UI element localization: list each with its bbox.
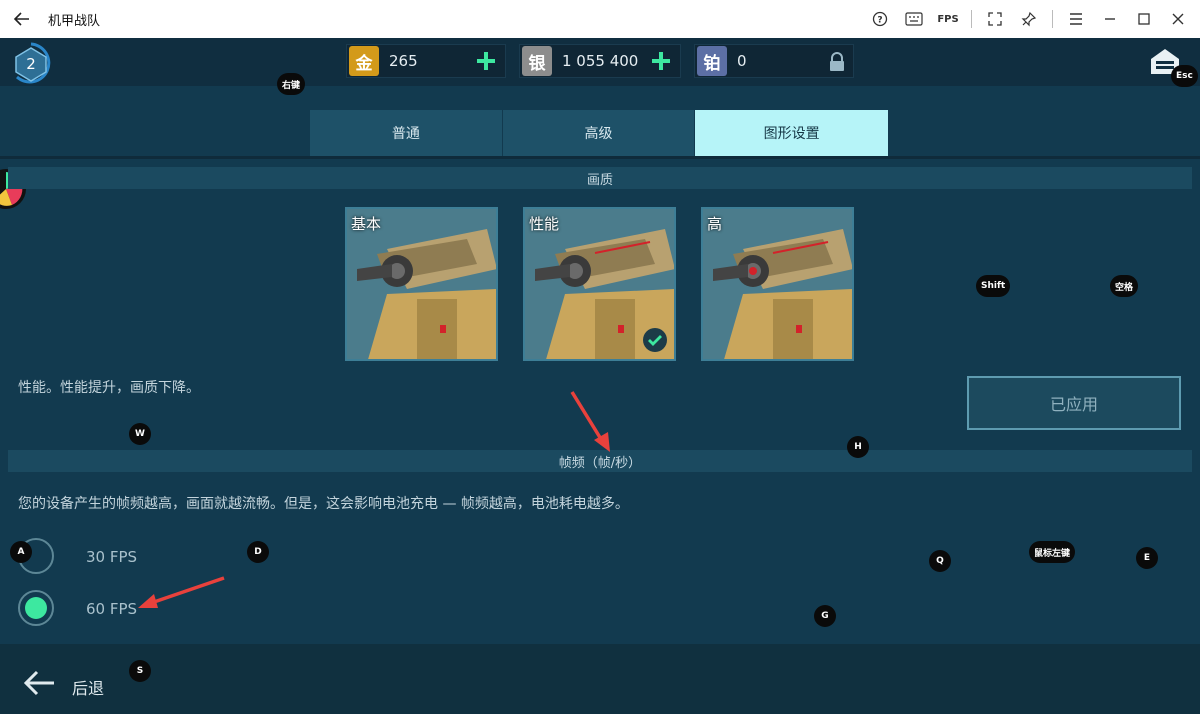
keyhint-q: Q [929, 550, 951, 572]
silver-resource: 银 1 055 400 [519, 44, 681, 78]
back-arrow-icon[interactable] [22, 668, 56, 698]
keyboard-icon[interactable] [902, 7, 926, 31]
platinum-coin-icon: 铂 [697, 46, 727, 76]
gold-resource: 金 265 [346, 44, 506, 78]
selected-check-icon [643, 328, 667, 352]
separator [1052, 10, 1053, 28]
keyhint-s: S [129, 660, 151, 682]
framerate-description: 您的设备产生的帧频越高，画面就越流畅。但是，这会影响电池充电 — 帧频越高，电池… [18, 496, 629, 512]
platinum-value: 0 [737, 52, 747, 70]
quality-description: 性能。性能提升，画质下降。 [18, 380, 200, 396]
pin-icon[interactable] [1017, 7, 1041, 31]
quality-option-label: 性能 [529, 215, 560, 233]
tab-graphics-settings[interactable]: 图形设置 [695, 110, 889, 156]
keyhint-e: E [1136, 547, 1158, 569]
help-icon[interactable]: ? [868, 7, 892, 31]
quality-option-high[interactable]: 高 [701, 207, 854, 361]
game-viewport: 2 金 265 银 1 055 400 铂 0 普通 高级 图形设置 画质 基本… [0, 38, 1200, 714]
menu-icon[interactable] [1064, 7, 1088, 31]
quality-section-title: 画质 [586, 172, 613, 188]
fullscreen-icon[interactable] [983, 7, 1007, 31]
window-titlebar: 机甲战队 ? FPS [0, 0, 1200, 38]
silver-value: 1 055 400 [562, 52, 639, 70]
footer-bar: 后退 [0, 644, 1200, 714]
framerate-section-title: 帧频（帧/秒） [558, 455, 642, 471]
keyhint-space: 空格 [1110, 275, 1139, 297]
fps-60-label[interactable]: 60 FPS [86, 600, 137, 618]
radio-selected-dot [25, 597, 47, 619]
apply-button[interactable]: 已应用 [967, 376, 1181, 430]
keyhint-left-click: 鼠标左键 [1029, 541, 1076, 563]
tab-divider [0, 156, 1200, 159]
back-arrow-icon[interactable] [12, 9, 32, 29]
fps-60-radio[interactable] [18, 590, 54, 626]
quality-option-basic[interactable]: 基本 [345, 207, 498, 361]
player-level-badge[interactable]: 2 [8, 42, 54, 84]
minimize-icon[interactable] [1098, 7, 1122, 31]
keyhint-shift: Shift [976, 275, 1011, 297]
platinum-resource: 铂 0 [694, 44, 854, 78]
window-controls: ? FPS [863, 0, 1200, 38]
close-icon[interactable] [1166, 7, 1190, 31]
quality-option-label: 高 [707, 215, 723, 233]
keyhint-w: W [129, 423, 151, 445]
annotation-arrow-60fps [138, 576, 225, 608]
player-level: 2 [26, 55, 36, 73]
quality-option-performance[interactable]: 性能 [523, 207, 676, 361]
quality-section-header: 画质 [8, 167, 1192, 189]
gold-value: 265 [389, 52, 418, 70]
tab-normal[interactable]: 普通 [310, 110, 502, 156]
keyhint-g: G [814, 605, 836, 627]
lock-icon[interactable] [827, 51, 847, 73]
quality-option-label: 基本 [351, 215, 382, 233]
silver-coin-icon: 银 [522, 46, 552, 76]
annotation-arrow-framerate [570, 391, 610, 452]
fps-30-label[interactable]: 30 FPS [86, 548, 137, 566]
framerate-section-header: 帧频（帧/秒） [8, 450, 1192, 472]
maximize-icon[interactable] [1132, 7, 1156, 31]
settings-tabs: 普通 高级 图形设置 [310, 110, 889, 156]
tab-advanced[interactable]: 高级 [502, 110, 695, 156]
keyhint-right-click: 右键 [277, 73, 306, 95]
svg-text:?: ? [877, 16, 882, 26]
separator [971, 10, 972, 28]
keyhint-d: D [247, 541, 269, 563]
window-title: 机甲战队 [48, 14, 101, 29]
mech-thumbnail-image [703, 209, 852, 359]
keyhint-h: H [847, 436, 869, 458]
resource-bar: 2 金 265 银 1 055 400 铂 0 [0, 38, 1200, 86]
back-button[interactable]: 后退 [72, 675, 104, 699]
add-silver-button[interactable] [650, 50, 672, 72]
gold-coin-icon: 金 [349, 46, 379, 76]
keyhint-esc: Esc [1171, 65, 1198, 87]
add-gold-button[interactable] [475, 50, 497, 72]
keyhint-a: A [10, 541, 32, 563]
fps-toggle[interactable]: FPS [936, 7, 960, 31]
